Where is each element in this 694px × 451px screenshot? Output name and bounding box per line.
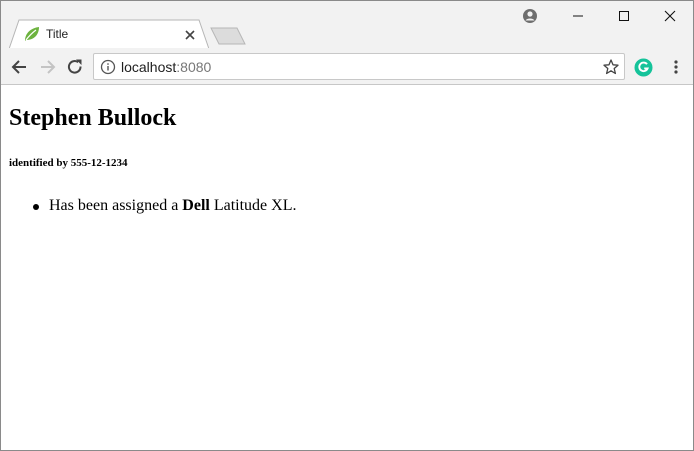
identified-by-label: identified by	[9, 157, 68, 169]
tab-active[interactable]: Title	[9, 19, 209, 49]
tab-close-icon[interactable]	[183, 27, 197, 41]
vertical-dots-icon[interactable]	[670, 58, 682, 76]
close-window-button[interactable]	[647, 1, 693, 31]
identifier-value: 555-12-1234	[70, 157, 128, 169]
grammarly-icon[interactable]	[634, 58, 653, 77]
star-outline-icon[interactable]	[602, 58, 620, 76]
page-content: Stephen Bullock identified by 555-12-123…	[1, 86, 693, 450]
title-bar: Title	[1, 1, 693, 49]
close-icon	[664, 10, 676, 22]
toolbar: localhost:8080	[1, 48, 693, 85]
address-bar[interactable]: localhost:8080	[93, 53, 625, 80]
url-text: localhost:8080	[121, 59, 211, 75]
url-host: localhost	[121, 59, 177, 75]
info-circle-icon[interactable]	[100, 59, 116, 75]
maximize-icon	[619, 11, 629, 21]
minimize-button[interactable]	[555, 1, 601, 31]
maximize-button[interactable]	[601, 1, 647, 31]
assignment-list: Has been assigned a Dell Latitude XL.	[9, 196, 296, 216]
assignment-brand: Dell	[182, 197, 210, 214]
new-tab-button[interactable]	[209, 27, 249, 45]
person-name-heading: Stephen Bullock	[9, 105, 177, 131]
identifier-line: identified by 555-12-1234	[9, 157, 128, 169]
list-item: Has been assigned a Dell Latitude XL.	[9, 196, 296, 216]
url-port: :8080	[176, 59, 212, 75]
tab-title: Title	[46, 27, 69, 41]
browser-window: Title localhost:8080 Stephen Bullock ide…	[0, 0, 694, 451]
bullet-dot	[33, 204, 39, 210]
reload-icon[interactable]	[65, 57, 85, 77]
arrow-left-icon[interactable]	[10, 57, 30, 77]
account-circle-icon[interactable]	[522, 8, 538, 24]
minimize-icon	[573, 15, 583, 17]
arrow-right-icon[interactable]	[37, 57, 57, 77]
assignment-model: Latitude XL.	[213, 197, 297, 214]
assignment-prefix: Has been assigned a	[49, 197, 179, 214]
spring-leaf-icon	[23, 26, 41, 42]
